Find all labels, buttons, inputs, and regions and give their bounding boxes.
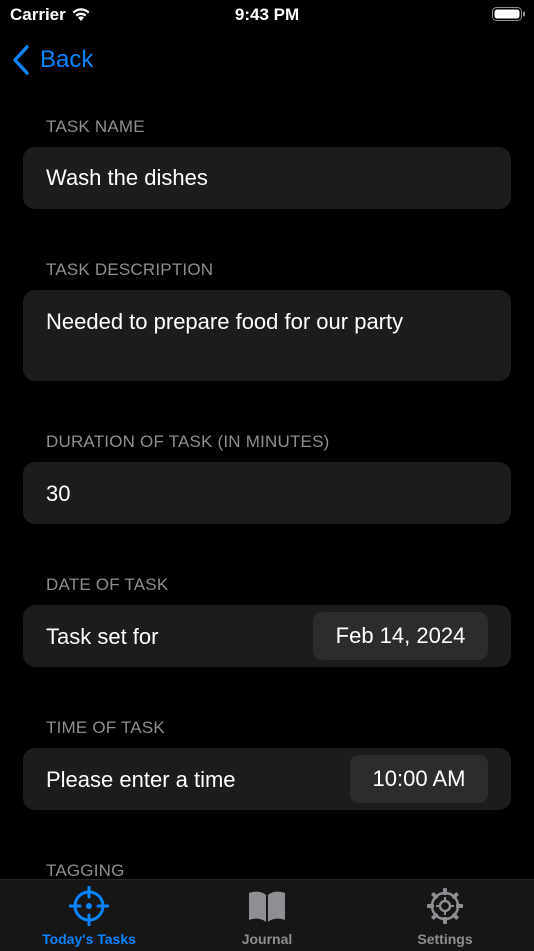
navigation-bar: Back	[0, 40, 534, 84]
task-name-value: Wash the dishes	[46, 165, 208, 190]
tab-bar: Today's Tasks Journal Settings	[0, 879, 534, 951]
task-description-header: TASK DESCRIPTION	[46, 260, 214, 279]
back-button[interactable]: Back	[10, 44, 93, 76]
time-picker-button[interactable]: 10:00 AM	[350, 755, 488, 803]
tab-settings[interactable]: Settings	[356, 880, 534, 951]
date-header: DATE OF TASK	[46, 575, 169, 594]
task-name-field[interactable]: Wash the dishes	[23, 147, 511, 209]
gear-icon	[427, 888, 463, 924]
task-name-header: TASK NAME	[46, 117, 145, 136]
task-description-field[interactable]: Needed to prepare food for our party	[23, 290, 511, 381]
tab-todays-tasks-label: Today's Tasks	[42, 931, 136, 947]
tab-settings-label: Settings	[417, 931, 473, 947]
time-value: 10:00 AM	[372, 766, 466, 791]
duration-value: 30	[46, 481, 71, 506]
time-label: Please enter a time	[46, 767, 236, 792]
duration-field[interactable]: 30	[23, 462, 511, 524]
tab-journal-label: Journal	[241, 931, 293, 947]
crosshair-icon	[69, 886, 109, 926]
book-icon	[249, 891, 285, 922]
time-row: Please enter a time 10:00 AM	[23, 748, 511, 810]
status-time: 9:43 PM	[234, 5, 300, 24]
chevron-left-icon	[13, 45, 29, 75]
date-picker-button[interactable]: Feb 14, 2024	[313, 612, 488, 660]
tab-todays-tasks[interactable]: Today's Tasks	[0, 880, 178, 951]
date-label: Task set for	[46, 624, 159, 649]
tagging-header: TAGGING	[46, 861, 125, 880]
status-bar: Carrier 9:43 PM	[0, 0, 534, 30]
time-header: TIME OF TASK	[46, 718, 165, 737]
battery-icon	[492, 7, 525, 21]
date-value: Feb 14, 2024	[335, 623, 466, 648]
tab-journal[interactable]: Journal	[178, 880, 356, 951]
task-description-value: Needed to prepare food for our party	[46, 309, 404, 334]
back-label: Back	[40, 46, 94, 73]
date-row: Task set for Feb 14, 2024	[23, 605, 511, 667]
duration-header: DURATION OF TASK (IN MINUTES)	[46, 432, 330, 451]
